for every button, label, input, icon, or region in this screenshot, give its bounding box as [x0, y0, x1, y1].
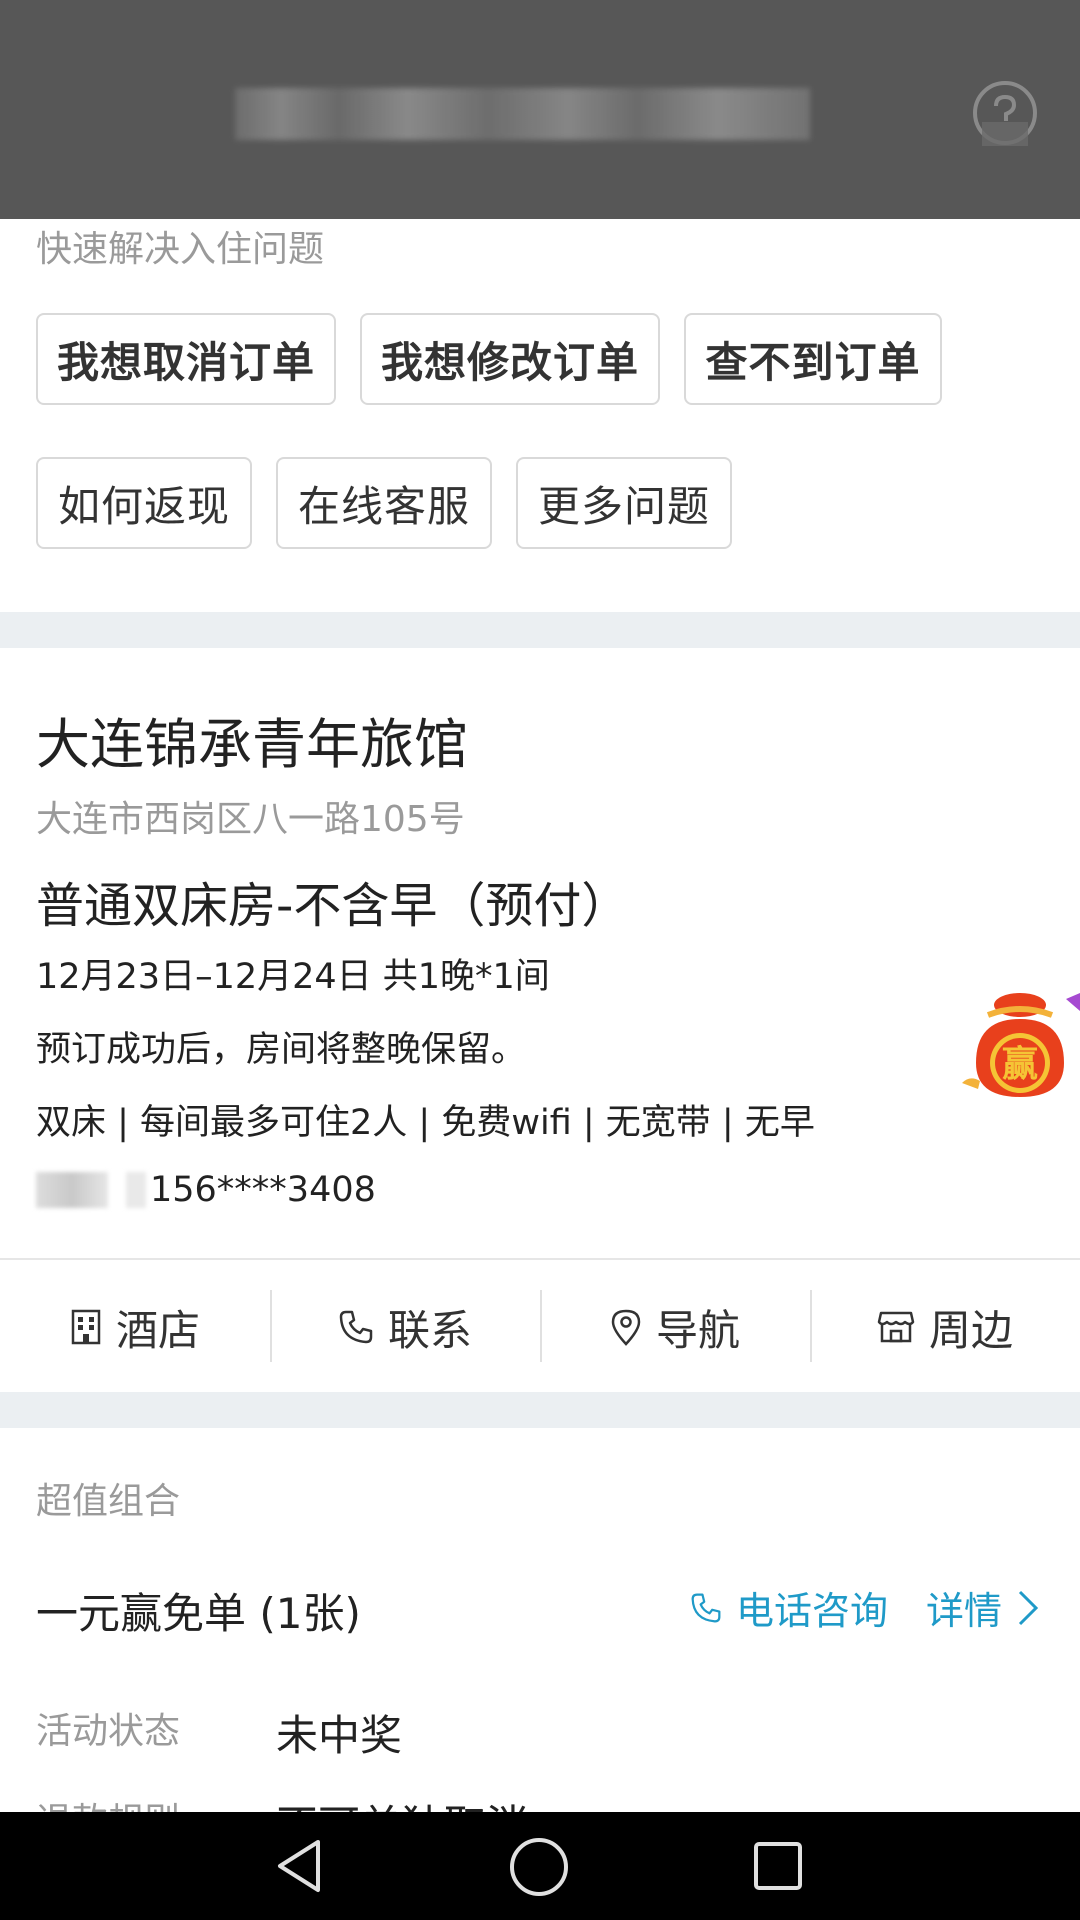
cashback-button[interactable]: 如何返现 — [36, 457, 252, 549]
contact-action-label: 联系 — [387, 1305, 472, 1355]
blurred-guest-name — [36, 1172, 108, 1208]
combo-name: 一元赢免单 (1张) — [36, 1589, 361, 1638]
divider — [0, 1258, 1080, 1260]
phone-consult-link[interactable]: 电话咨询 — [690, 1580, 888, 1635]
blurred-title — [235, 88, 810, 140]
shop-icon — [877, 1311, 915, 1343]
recents-icon[interactable] — [752, 1840, 804, 1892]
hotel-action-button[interactable]: 酒店 — [0, 1262, 270, 1392]
details-label: 详情 — [926, 1589, 1003, 1633]
status-label: 活动状态 — [36, 1711, 181, 1752]
location-pin-icon — [611, 1309, 641, 1346]
combo-section-title: 超值组合 — [36, 1481, 181, 1522]
room-features: 双床 | 每间最多可住2人 | 免费wifi | 无宽带 | 无早 — [36, 1103, 815, 1143]
hotel-address: 大连市西岗区八一路105号 — [36, 799, 465, 840]
details-link[interactable]: 详情 — [926, 1580, 1040, 1635]
navigation-action-label: 导航 — [655, 1305, 740, 1355]
hotel-actions: 酒店 联系 导航 周边 — [0, 1262, 1080, 1392]
hotel-name: 大连锦承青年旅馆 — [36, 713, 468, 776]
phone-consult-label: 电话咨询 — [736, 1589, 889, 1633]
status-value: 未中奖 — [276, 1711, 403, 1760]
system-nav-bar — [0, 1812, 1080, 1920]
contact-action-button[interactable]: 联系 — [270, 1262, 540, 1392]
top-header — [0, 0, 1080, 219]
phone-icon — [339, 1310, 373, 1344]
help-icon[interactable] — [970, 78, 1040, 148]
back-icon[interactable] — [274, 1836, 324, 1896]
home-icon[interactable] — [508, 1836, 570, 1898]
stay-dates: 12月23日–12月24日 共1晚*1间 — [36, 957, 550, 997]
phone-icon — [691, 1593, 721, 1622]
room-type: 普通双床房-不含早（预付） — [36, 878, 630, 934]
hotel-action-label: 酒店 — [115, 1305, 200, 1355]
section-gap — [0, 612, 1080, 648]
navigation-action-button[interactable]: 导航 — [540, 1262, 810, 1392]
guest-contact: 156****3408 — [36, 1165, 376, 1215]
quick-section-title: 快速解决入住问题 — [36, 229, 325, 270]
section-gap — [0, 1392, 1080, 1428]
nearby-action-button[interactable]: 周边 — [810, 1262, 1080, 1392]
nearby-action-label: 周边 — [928, 1305, 1013, 1355]
guest-phone: 156****3408 — [150, 1170, 376, 1210]
promo-badge[interactable]: 赢 — [958, 985, 1080, 1100]
booking-policy: 预订成功后，房间将整晚保留。 — [36, 1030, 527, 1070]
building-icon — [71, 1309, 101, 1345]
more-questions-button[interactable]: 更多问题 — [516, 457, 732, 549]
modify-order-button[interactable]: 我想修改订单 — [360, 313, 660, 405]
cancel-order-button[interactable]: 我想取消订单 — [36, 313, 336, 405]
order-not-found-button[interactable]: 查不到订单 — [684, 313, 942, 405]
blurred-separator — [126, 1172, 146, 1208]
promo-badge-text: 赢 — [1002, 1043, 1038, 1085]
chevron-right-icon — [1018, 1590, 1039, 1625]
online-service-button[interactable]: 在线客服 — [276, 457, 492, 549]
